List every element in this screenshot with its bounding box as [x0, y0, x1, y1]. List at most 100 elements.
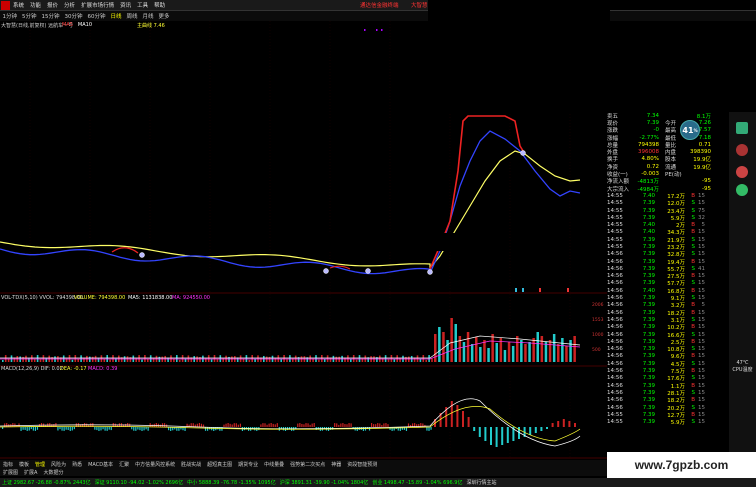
volume-bar	[450, 318, 453, 362]
tick-side: S	[691, 200, 696, 207]
index-quote-1[interactable]: 深证 9110.10 -94.02 -1.02% 2696亿	[93, 479, 186, 486]
tick-time: 14:55	[607, 229, 623, 236]
macd-bar	[61, 427, 63, 431]
tick-price: 7.39	[642, 251, 655, 258]
tick-price: 7.39	[642, 236, 655, 243]
volume-bar	[569, 340, 572, 362]
app-icon-3[interactable]	[736, 166, 748, 178]
indicator-tab-10[interactable]: 期货专业	[235, 461, 261, 468]
index-quote-0[interactable]: 上证 2982.67 -26.88 -0.87% 2443亿	[0, 479, 93, 486]
menu-item-help[interactable]: 帮助	[151, 1, 168, 9]
timeframe-2[interactable]: 15分钟	[39, 12, 62, 20]
macd-bar	[506, 427, 509, 443]
index-quote-3[interactable]: 沪深 3891.31 -39.90 -1.04% 1804亿	[278, 479, 371, 486]
app-icon-2[interactable]	[736, 144, 748, 156]
macd-bar	[350, 423, 352, 427]
ma-label-1: MA10	[77, 22, 93, 28]
tick-price: 7.39	[642, 207, 655, 214]
index-quote-5[interactable]: 深圳行情主站	[464, 479, 498, 486]
tick-time: 14:56	[607, 368, 623, 375]
volume-bar	[326, 355, 329, 362]
timeframe-8[interactable]: 更多	[156, 12, 172, 20]
occluded-region	[428, 0, 610, 112]
timeframe-5[interactable]: 日线	[108, 12, 124, 20]
timeframe-7[interactable]: 月线	[140, 12, 156, 20]
menu-item-tools[interactable]: 工具	[134, 1, 151, 9]
indicator-tab-13[interactable]: 神器	[328, 461, 344, 468]
timeframe-3[interactable]: 30分钟	[62, 12, 85, 20]
indicator-tab-12[interactable]: 强势第二次买点	[287, 461, 328, 468]
tick-side: B	[691, 273, 695, 280]
timeframe-4[interactable]: 60分钟	[85, 12, 108, 20]
badge-unit: %	[693, 127, 698, 133]
menu-item-quote[interactable]: 报价	[44, 1, 61, 9]
indicator-tab-11[interactable]: 中线量叠	[261, 461, 287, 468]
tick-count: 15	[698, 324, 705, 331]
volume-bar	[422, 355, 425, 362]
macd-bar	[387, 424, 389, 427]
tick-side: S	[691, 243, 696, 250]
indicator-tab-9[interactable]: 超短真主图	[204, 461, 235, 468]
quote-label: 大宗流入	[607, 186, 630, 193]
indicator-tab-14[interactable]: 资段智能预测	[344, 461, 380, 468]
tick-price: 7.39	[642, 338, 655, 345]
indicator-tab-8[interactable]: 胜战实战	[178, 461, 204, 468]
volume-bar	[36, 355, 39, 362]
tick-price: 7.39	[642, 397, 655, 404]
volume-bar	[393, 359, 396, 362]
volume-bar	[425, 359, 427, 362]
macd-bar	[540, 427, 543, 431]
macd-bar	[266, 424, 268, 427]
volume-bar	[438, 327, 441, 362]
index-quote-4[interactable]: 创业 1498.47 -15.89 -1.04% 696.9亿	[370, 479, 464, 486]
menu-item-analysis[interactable]: 分析	[61, 1, 78, 9]
volume-bar	[181, 355, 184, 362]
extended-tab-0[interactable]: 扩展图	[0, 469, 21, 476]
volume-bar	[532, 338, 535, 362]
timeframe-0[interactable]: 1分钟	[0, 12, 20, 20]
indicator-tab-0[interactable]: 指标	[0, 461, 16, 468]
tick-price: 7.39	[642, 389, 655, 396]
volume-bar	[384, 355, 387, 362]
quote-value2: 0.71	[698, 141, 711, 148]
menu-item-news[interactable]: 资讯	[117, 1, 134, 9]
timeframe-1[interactable]: 5分钟	[20, 12, 40, 20]
macd-bar	[490, 427, 492, 445]
tick-time: 14:56	[607, 375, 623, 382]
indicator-tab-2[interactable]: 管理	[32, 461, 48, 468]
tick-price: 7.39	[642, 375, 655, 382]
brand-text[interactable]: 大智慧	[411, 1, 428, 9]
indicator-tab-5[interactable]: MACD基本	[85, 461, 116, 468]
extended-tab-1[interactable]: 扩展A	[21, 469, 40, 476]
app-icon-1[interactable]	[736, 122, 748, 134]
macd-bar	[303, 424, 305, 427]
promo-text[interactable]: 通达信金融终端	[360, 1, 399, 9]
tick-time: 14:55	[607, 207, 623, 214]
indicator-tab-7[interactable]: 中方信量风控系统	[132, 461, 178, 468]
tick-time: 14:56	[607, 353, 623, 360]
indicator-tab-6[interactable]: 汇聚	[116, 461, 132, 468]
tick-side: S	[691, 214, 696, 221]
volume-bar	[352, 355, 355, 362]
menu-item-function[interactable]: 功能	[27, 1, 44, 9]
macd-bar	[110, 427, 112, 431]
volume-bar	[31, 355, 33, 362]
tick-count: 15	[698, 346, 705, 353]
macd-bar	[385, 423, 387, 427]
indicator-tab-1[interactable]: 模板	[16, 461, 32, 468]
performance-badge[interactable]: 41%	[680, 120, 700, 140]
app-icon-4[interactable]	[736, 184, 748, 196]
extended-tab-2[interactable]: 大数据分	[40, 469, 66, 476]
menu-item-extended[interactable]: 扩展市场行情	[78, 1, 117, 9]
macd-bar	[557, 421, 560, 427]
volume-bar	[283, 355, 285, 362]
volume-bar	[280, 359, 282, 362]
tick-price: 7.39	[642, 382, 655, 389]
menu-item-system[interactable]: 系统	[10, 1, 27, 9]
indicator-tab-4[interactable]: 熟悉	[69, 461, 85, 468]
macd-bar	[467, 417, 470, 427]
timeframe-6[interactable]: 周线	[124, 12, 140, 20]
index-quote-2[interactable]: 中小 5888.39 -76.78 -1.35% 1095亿	[185, 479, 278, 486]
quote-value: -0	[653, 127, 659, 134]
indicator-tab-3[interactable]: 风险为	[48, 461, 69, 468]
